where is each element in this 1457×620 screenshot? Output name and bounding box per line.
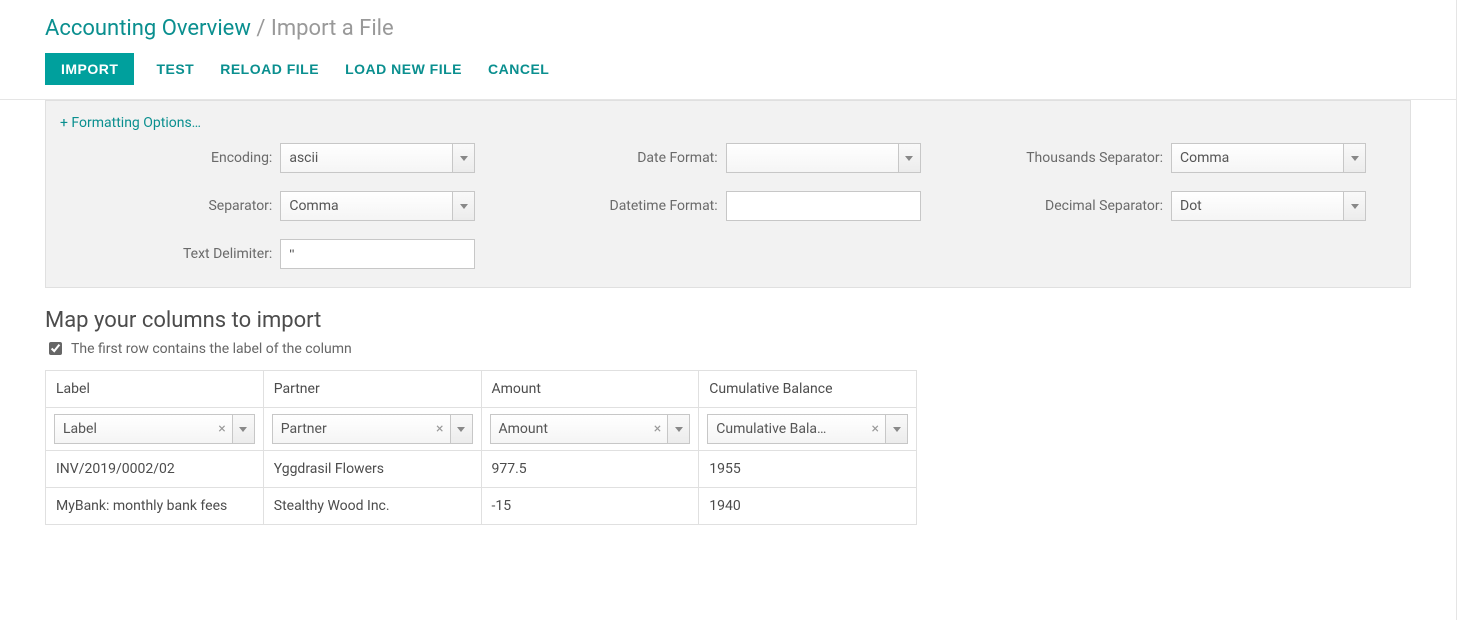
encoding-value: ascii — [289, 150, 452, 166]
table-field-select-row: Label × Partner × Amount × — [46, 408, 917, 451]
import-button[interactable]: IMPORT — [45, 53, 134, 85]
column-field-select[interactable]: Label × — [54, 414, 255, 444]
load-new-file-button[interactable]: LOAD NEW FILE — [341, 53, 466, 85]
table-header-row: Label Partner Amount Cumulative Balance — [46, 371, 917, 408]
chevron-down-icon — [452, 144, 474, 172]
date-format-label: Date Format: — [637, 150, 717, 166]
clear-icon[interactable]: × — [866, 421, 885, 437]
clear-icon[interactable]: × — [212, 421, 231, 437]
decimal-separator-label: Decimal Separator: — [1045, 198, 1163, 214]
encoding-label: Encoding: — [211, 150, 272, 166]
reload-file-button[interactable]: RELOAD FILE — [216, 53, 323, 85]
table-row: INV/2019/0002/02 Yggdrasil Flowers 977.5… — [46, 451, 917, 488]
breadcrumb-parent[interactable]: Accounting Overview — [45, 16, 251, 41]
text-delimiter-label: Text Delimiter: — [183, 246, 272, 262]
column-field-value: Cumulative Bala… — [708, 421, 865, 437]
toolbar: IMPORT TEST RELOAD FILE LOAD NEW FILE CA… — [0, 47, 1456, 100]
cell: 977.5 — [481, 451, 699, 488]
chevron-down-icon — [1343, 192, 1365, 220]
column-field-select[interactable]: Amount × — [490, 414, 691, 444]
column-header: Cumulative Balance — [699, 371, 917, 408]
cell: INV/2019/0002/02 — [46, 451, 264, 488]
cell: -15 — [481, 488, 699, 525]
chevron-down-icon — [898, 144, 920, 172]
separator-select[interactable]: Comma — [280, 191, 475, 221]
formatting-options-panel: + Formatting Options… Encoding: ascii Da… — [45, 100, 1411, 288]
cell: 1955 — [699, 451, 917, 488]
chevron-down-icon — [1343, 144, 1365, 172]
map-columns-title: Map your columns to import — [45, 308, 1411, 333]
decimal-separator-select[interactable]: Dot — [1171, 191, 1366, 221]
clear-icon[interactable]: × — [430, 421, 449, 437]
thousands-separator-select[interactable]: Comma — [1171, 143, 1366, 173]
column-field-value: Label — [55, 421, 212, 437]
formatting-options-toggle[interactable]: + Formatting Options… — [60, 115, 201, 131]
cancel-button[interactable]: CANCEL — [484, 53, 553, 85]
column-field-select[interactable]: Cumulative Bala… × — [707, 414, 908, 444]
datetime-format-label: Datetime Format: — [610, 198, 718, 214]
first-row-label: The first row contains the label of the … — [71, 341, 352, 357]
cell: MyBank: monthly bank fees — [46, 488, 264, 525]
column-field-select[interactable]: Partner × — [272, 414, 473, 444]
encoding-select[interactable]: ascii — [280, 143, 475, 173]
chevron-down-icon — [450, 415, 472, 443]
column-header: Partner — [263, 371, 481, 408]
column-header: Label — [46, 371, 264, 408]
chevron-down-icon — [232, 415, 254, 443]
cell: Stealthy Wood Inc. — [263, 488, 481, 525]
cell: Yggdrasil Flowers — [263, 451, 481, 488]
chevron-down-icon — [452, 192, 474, 220]
column-mapping-table: Label Partner Amount Cumulative Balance … — [45, 370, 917, 525]
separator-value: Comma — [289, 198, 452, 214]
datetime-format-input[interactable] — [726, 191, 921, 221]
breadcrumb-separator: / — [256, 16, 265, 41]
table-row: MyBank: monthly bank fees Stealthy Wood … — [46, 488, 917, 525]
first-row-checkbox[interactable] — [49, 342, 62, 355]
test-button[interactable]: TEST — [152, 53, 198, 85]
thousands-separator-value: Comma — [1180, 150, 1343, 166]
breadcrumb-current: Import a File — [271, 16, 394, 41]
cell: 1940 — [699, 488, 917, 525]
text-delimiter-input[interactable] — [280, 239, 475, 269]
column-field-value: Partner — [273, 421, 430, 437]
decimal-separator-value: Dot — [1180, 198, 1343, 214]
column-field-value: Amount — [491, 421, 648, 437]
chevron-down-icon — [885, 415, 907, 443]
column-header: Amount — [481, 371, 699, 408]
thousands-separator-label: Thousands Separator: — [1026, 150, 1163, 166]
clear-icon[interactable]: × — [648, 421, 667, 437]
separator-label: Separator: — [208, 198, 272, 214]
chevron-down-icon — [667, 415, 689, 443]
date-format-select[interactable] — [726, 143, 921, 173]
breadcrumb: Accounting Overview / Import a File — [0, 10, 1456, 47]
